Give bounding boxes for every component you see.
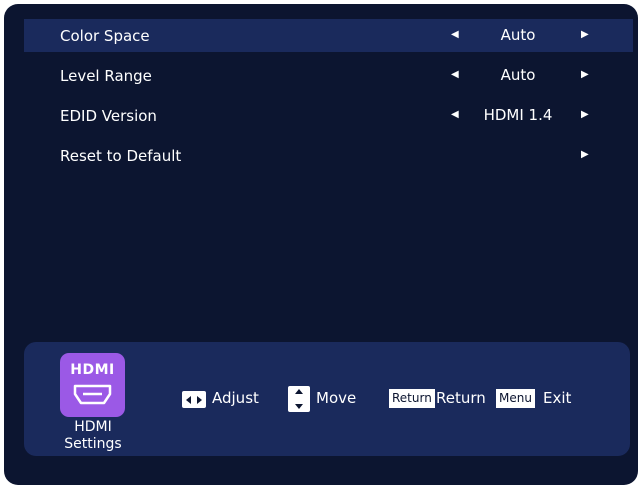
menu-item-value: Auto: [500, 26, 536, 44]
up-down-keys-icon: [288, 386, 310, 412]
hdmi-icon-text: HDMI: [70, 362, 115, 378]
menu-key: Menu: [496, 389, 535, 408]
move-hint: Move: [316, 389, 357, 407]
adjust-hint: Adjust: [212, 389, 259, 407]
source-label: HDMI Settings: [64, 419, 122, 452]
settings-menu: Color Space ◀ Auto ▶ Level Range ◀ Auto …: [24, 19, 633, 179]
arrow-right-icon[interactable]: ▶: [581, 147, 589, 163]
exit-hint: Exit: [543, 389, 572, 407]
hdmi-source-icon: HDMI: [60, 353, 125, 417]
osd-panel: Color Space ◀ Auto ▶ Level Range ◀ Auto …: [4, 4, 638, 485]
arrow-right-icon[interactable]: ▶: [581, 27, 589, 43]
menu-item-label: EDID Version: [60, 107, 157, 125]
menu-item-value: Auto: [500, 66, 536, 84]
return-hint: Return: [436, 389, 486, 407]
menu-item-level-range[interactable]: Level Range ◀ Auto ▶: [24, 59, 633, 92]
menu-item-edid-version[interactable]: EDID Version ◀ HDMI 1.4 ▶: [24, 99, 633, 132]
menu-item-label: Color Space: [60, 27, 150, 45]
hdmi-port-icon: [73, 384, 112, 405]
menu-item-value: HDMI 1.4: [483, 106, 553, 124]
menu-item-label: Reset to Default: [60, 147, 182, 165]
footer-bar: HDMI HDMI Settings Adjust Move Return Re…: [24, 342, 630, 456]
menu-item-color-space[interactable]: Color Space ◀ Auto ▶: [24, 19, 633, 52]
arrow-right-icon[interactable]: ▶: [581, 107, 589, 123]
arrow-right-icon[interactable]: ▶: [581, 67, 589, 83]
menu-item-label: Level Range: [60, 67, 152, 85]
menu-item-reset-to-default[interactable]: Reset to Default ▶: [24, 139, 633, 172]
return-key: Return: [389, 389, 435, 408]
left-right-keys-icon: [182, 391, 206, 408]
